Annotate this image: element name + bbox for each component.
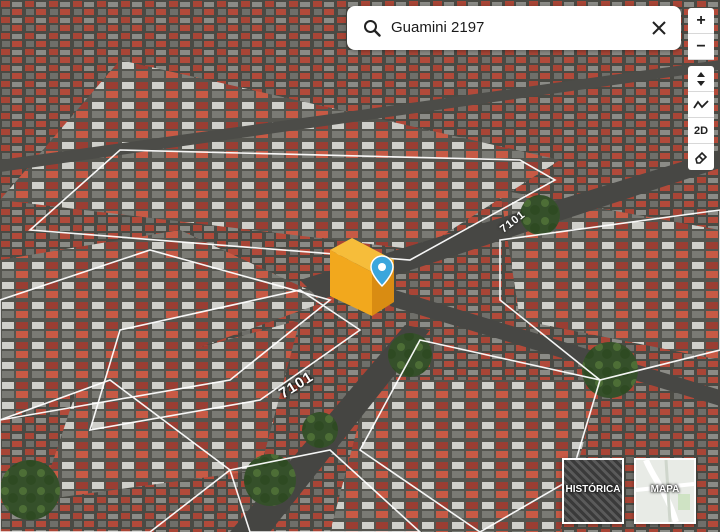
zoom-in-icon: + [696,11,706,29]
search-query[interactable]: Guamini 2197 [391,6,484,50]
aerial-map[interactable] [0,0,720,532]
zoom-out-button[interactable]: − [688,34,714,60]
search-icon[interactable] [363,19,381,37]
historical-layer-button[interactable]: HISTÓRICA [562,458,624,524]
map-layer-button[interactable]: MAPA [634,458,696,524]
view-2d-button[interactable]: 2D [688,118,714,144]
eraser-icon [695,151,708,164]
view-2d-label: 2D [693,124,709,137]
map-controls: + − 2D [688,8,714,170]
rotate-icon [693,99,709,108]
search-box[interactable]: Guamini 2197 [347,6,681,50]
eraser-button[interactable] [688,144,714,170]
close-icon[interactable] [649,18,669,38]
map-layer-label: MAPA [650,484,680,495]
zoom-out-icon: − [696,37,706,55]
tilt-icon [697,71,705,86]
historical-layer-label: HISTÓRICA [565,484,621,495]
tilt-button[interactable] [688,66,714,92]
rotate-button[interactable] [688,92,714,118]
zoom-in-button[interactable]: + [688,8,714,34]
